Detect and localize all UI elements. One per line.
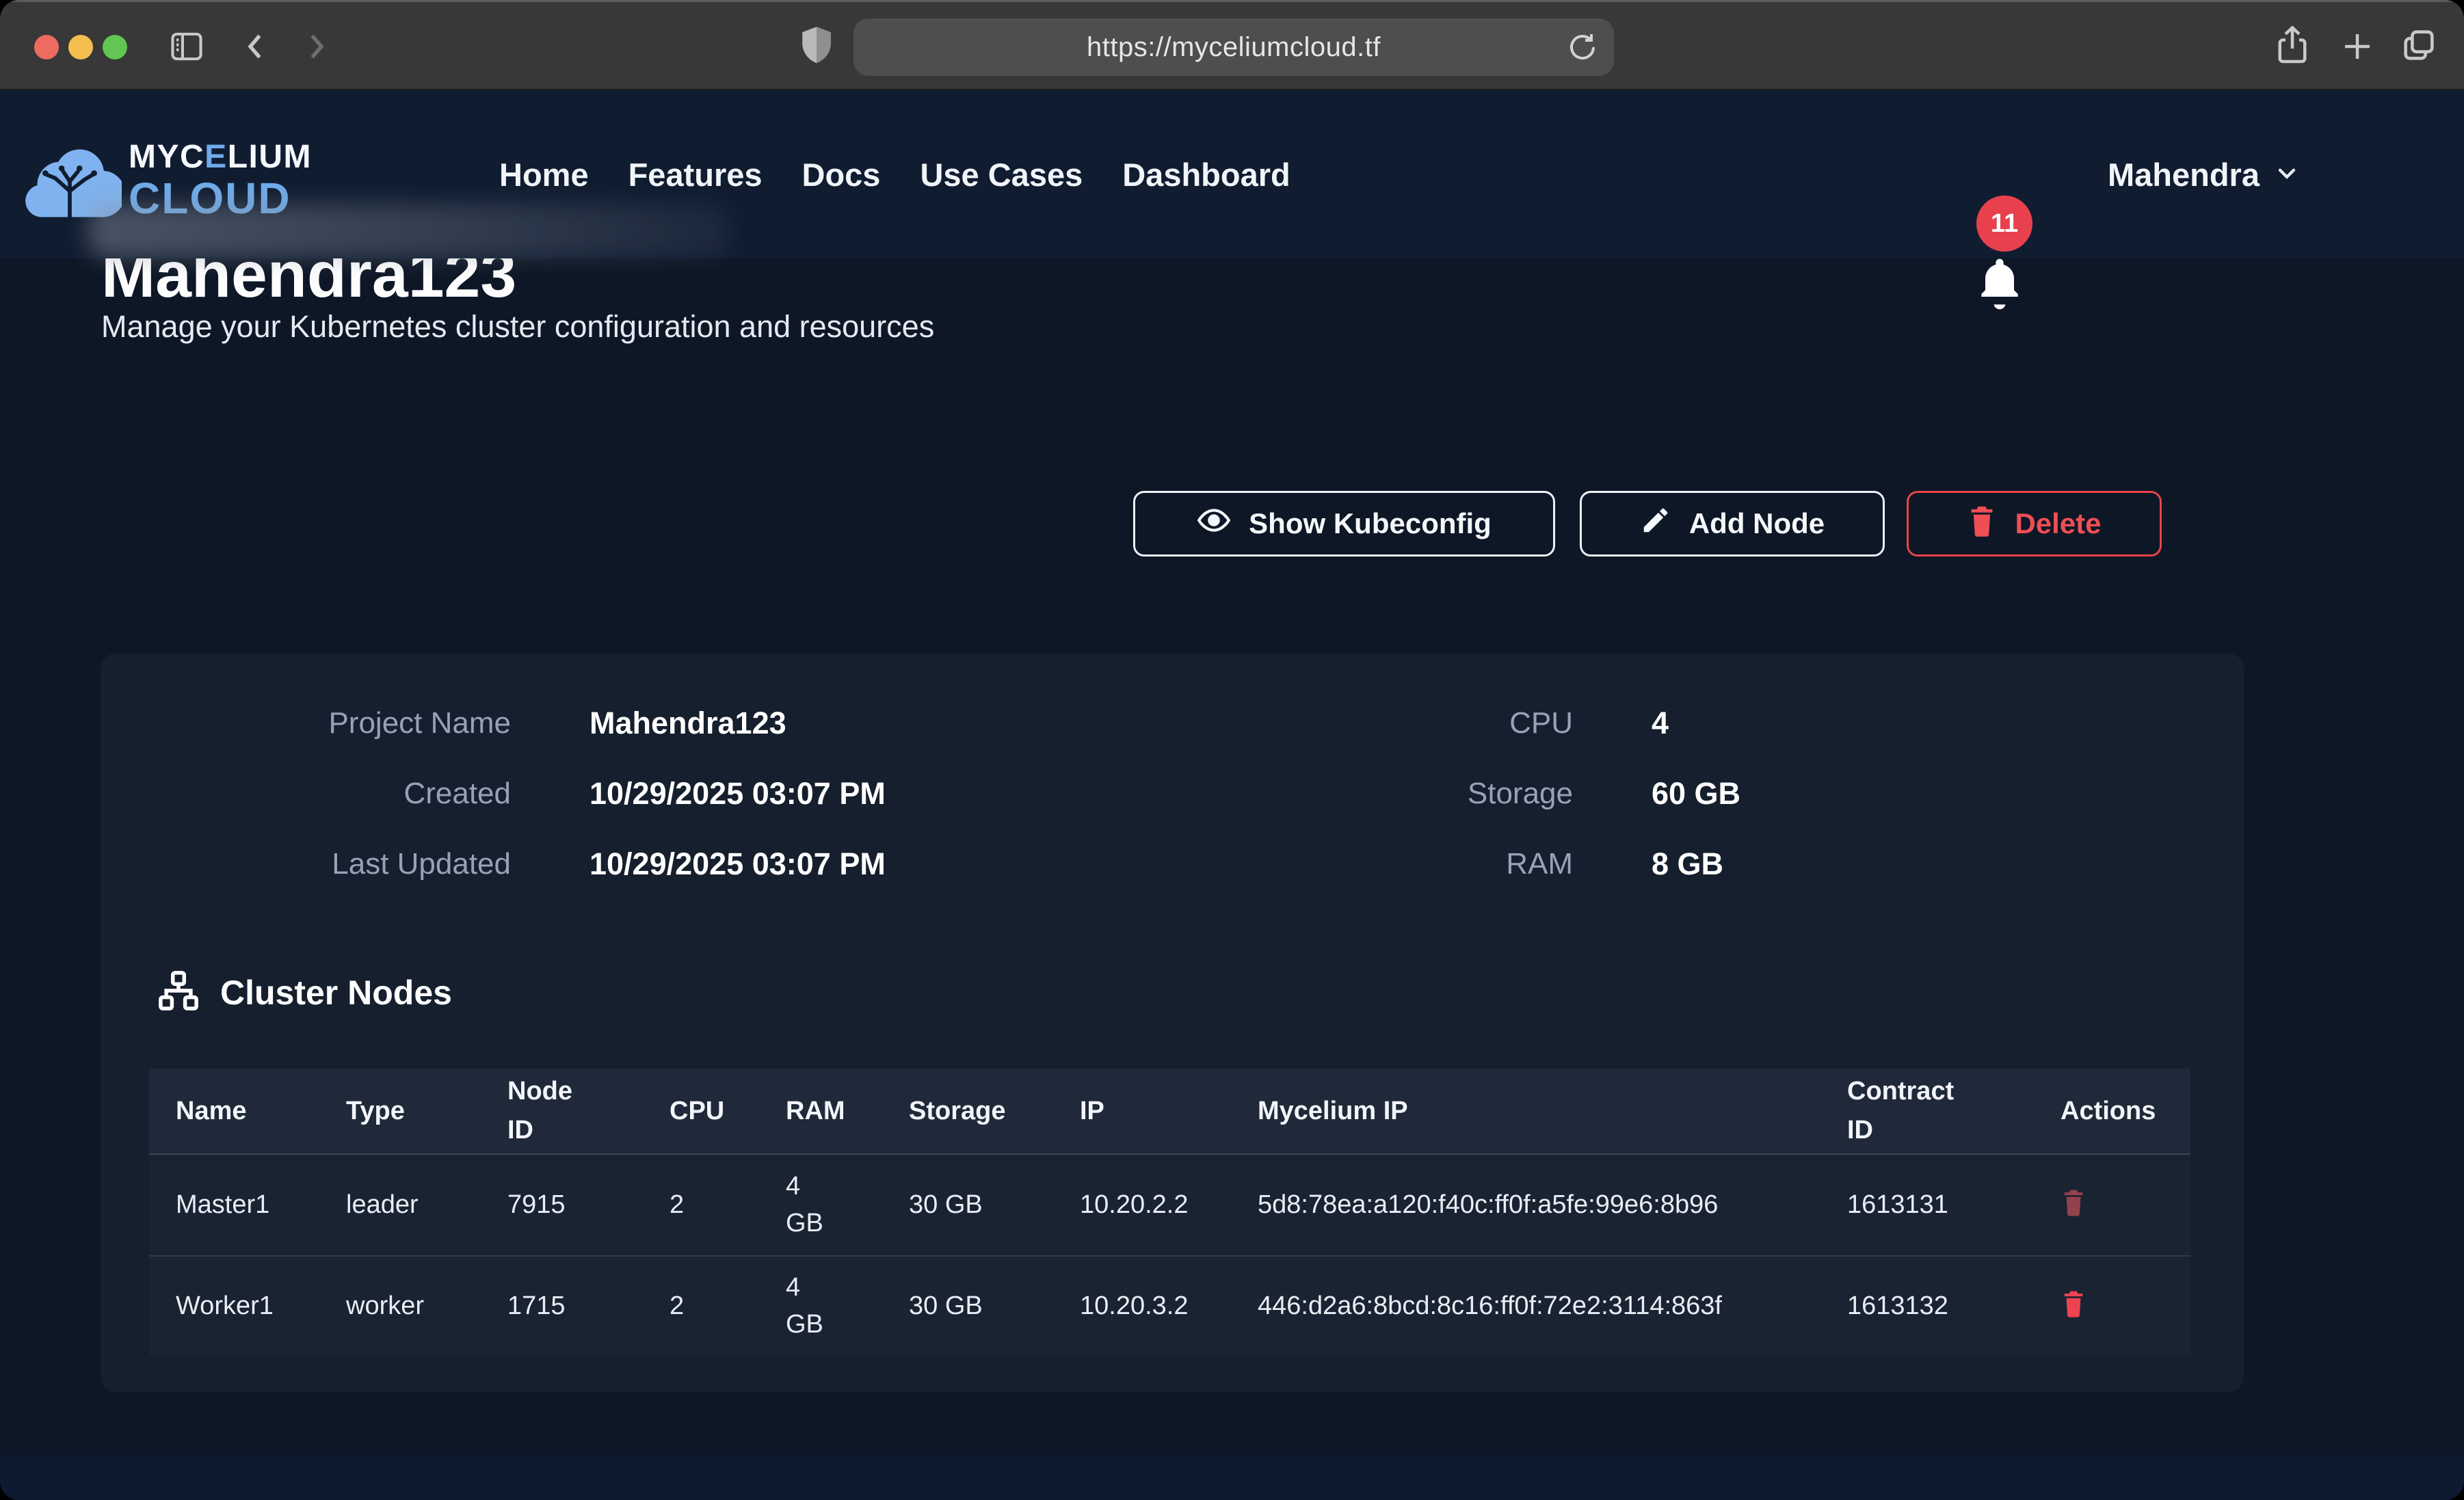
ram-label: RAM <box>1163 847 1573 881</box>
show-kubeconfig-button[interactable]: Show Kubeconfig <box>1133 491 1555 557</box>
nav-link-features[interactable]: Features <box>628 156 763 193</box>
trash-icon <box>1967 504 1997 544</box>
zoom-window-button[interactable] <box>103 35 127 59</box>
cluster-nodes-title: Cluster Nodes <box>220 973 452 1013</box>
nav-link-docs[interactable]: Docs <box>802 156 881 193</box>
delete-node-button-worker1[interactable] <box>2061 1288 2087 1320</box>
bell-icon <box>1972 253 2027 317</box>
minimize-window-button[interactable] <box>68 35 93 59</box>
chevron-down-icon <box>2273 159 2301 190</box>
url-text: https://myceliumcloud.tf <box>1087 32 1381 63</box>
cell-contract-id: 1613132 <box>1847 1291 2061 1321</box>
privacy-shield-icon <box>797 25 836 66</box>
col-name: Name <box>176 1097 346 1126</box>
cluster-info-left: Project Name Mahendra123 Created 10/29/202… <box>101 688 886 899</box>
col-contract-id: Contract ID <box>1847 1072 1974 1150</box>
cell-name: Worker1 <box>176 1291 346 1321</box>
col-cpu: CPU <box>670 1097 786 1126</box>
back-icon[interactable] <box>238 28 275 65</box>
nav-link-home[interactable]: Home <box>499 156 589 193</box>
ram-value: 8 GB <box>1652 846 1723 882</box>
project-name-label: Project Name <box>101 706 511 740</box>
cell-cpu: 2 <box>670 1190 786 1220</box>
page-subtitle: Manage your Kubernetes cluster configura… <box>101 309 934 345</box>
user-menu[interactable]: Mahendra <box>2108 90 2301 258</box>
cell-cpu: 2 <box>670 1291 786 1321</box>
cell-storage: 30 GB <box>909 1291 1080 1321</box>
pencil-icon <box>1640 505 1671 543</box>
col-ram: RAM <box>786 1097 909 1126</box>
browser-window: Mahendra123 https://myceliumcloud.tf <box>0 0 2464 1500</box>
cell-storage: 30 GB <box>909 1190 1080 1220</box>
col-ip: IP <box>1080 1097 1258 1126</box>
cluster-info-right: CPU 4 Storage 60 GB RAM 8 GB <box>1163 688 1740 899</box>
reload-icon[interactable] <box>1566 31 1599 67</box>
add-node-button[interactable]: Add Node <box>1580 491 1885 557</box>
created-value: 10/29/2025 03:07 PM <box>589 776 886 812</box>
cell-ip: 10.20.2.2 <box>1080 1190 1258 1220</box>
table-header-row: Name Type Node ID CPU RAM Storage IP Myc… <box>149 1069 2190 1155</box>
cpu-value: 4 <box>1652 706 1669 741</box>
footer-strip <box>0 1455 2464 1500</box>
cell-name: Master1 <box>176 1190 346 1220</box>
sidebar-toggle-icon[interactable] <box>167 27 207 66</box>
new-tab-icon[interactable] <box>2339 28 2376 65</box>
forward-icon[interactable] <box>297 28 334 65</box>
url-field[interactable]: https://myceliumcloud.tf <box>853 18 1614 76</box>
cell-contract-id: 1613131 <box>1847 1190 2061 1220</box>
storage-label: Storage <box>1163 777 1573 811</box>
delete-node-button-master1[interactable] <box>2061 1187 2087 1219</box>
browser-toolbar: https://myceliumcloud.tf <box>0 0 2464 90</box>
notification-badge: 11 <box>1976 196 2032 252</box>
cell-type: worker <box>346 1291 507 1321</box>
cluster-nodes-header: Cluster Nodes <box>156 968 452 1017</box>
col-node-id: Node ID <box>507 1072 589 1150</box>
cell-ram: 4 GB <box>786 1168 827 1241</box>
nav-link-use-cases[interactable]: Use Cases <box>920 156 1083 193</box>
cell-mycelium-ip: 5d8:78ea:a120:f40c:ff0f:a5fe:99e6:8b96 <box>1258 1176 1791 1234</box>
cpu-label: CPU <box>1163 706 1573 740</box>
privacy-blur-overlay <box>88 204 730 258</box>
cell-ram: 4 GB <box>786 1270 827 1342</box>
nav-link-dashboard[interactable]: Dashboard <box>1122 156 1290 193</box>
col-actions: Actions <box>2061 1097 2190 1126</box>
notifications-button[interactable]: 11 <box>1964 193 2053 313</box>
cell-ip: 10.20.3.2 <box>1080 1291 1258 1321</box>
close-window-button[interactable] <box>34 35 59 59</box>
cell-mycelium-ip: 446:d2a6:8bcd:8c16:ff0f:72e2:3114:863f <box>1258 1277 1791 1335</box>
share-icon[interactable] <box>2272 23 2313 68</box>
col-mycelium-ip: Mycelium IP <box>1258 1097 1847 1126</box>
cluster-details-card: Project Name Mahendra123 Created 10/29/202… <box>101 654 2244 1392</box>
last-updated-label: Last Updated <box>101 847 511 881</box>
cell-node-id: 1715 <box>507 1291 670 1321</box>
table-row-worker1: Worker1 worker 1715 2 4 GB 30 GB 10.20.3… <box>149 1255 2190 1356</box>
user-name: Mahendra <box>2108 156 2260 193</box>
cell-node-id: 7915 <box>507 1190 670 1220</box>
cluster-nodes-table: Name Type Node ID CPU RAM Storage IP Myc… <box>149 1069 2190 1356</box>
last-updated-value: 10/29/2025 03:07 PM <box>589 846 886 882</box>
cell-type: leader <box>346 1190 507 1220</box>
created-label: Created <box>101 777 511 811</box>
table-row-master1: Master1 leader 7915 2 4 GB 30 GB 10.20.2… <box>149 1155 2190 1255</box>
delete-cluster-button[interactable]: Delete <box>1907 491 2162 557</box>
col-storage: Storage <box>909 1097 1080 1126</box>
project-name-value: Mahendra123 <box>589 706 786 741</box>
tab-overview-icon[interactable] <box>2399 25 2439 65</box>
eye-icon <box>1197 503 1231 544</box>
col-type: Type <box>346 1097 507 1126</box>
cluster-nodes-icon <box>156 968 201 1017</box>
storage-value: 60 GB <box>1652 776 1740 812</box>
